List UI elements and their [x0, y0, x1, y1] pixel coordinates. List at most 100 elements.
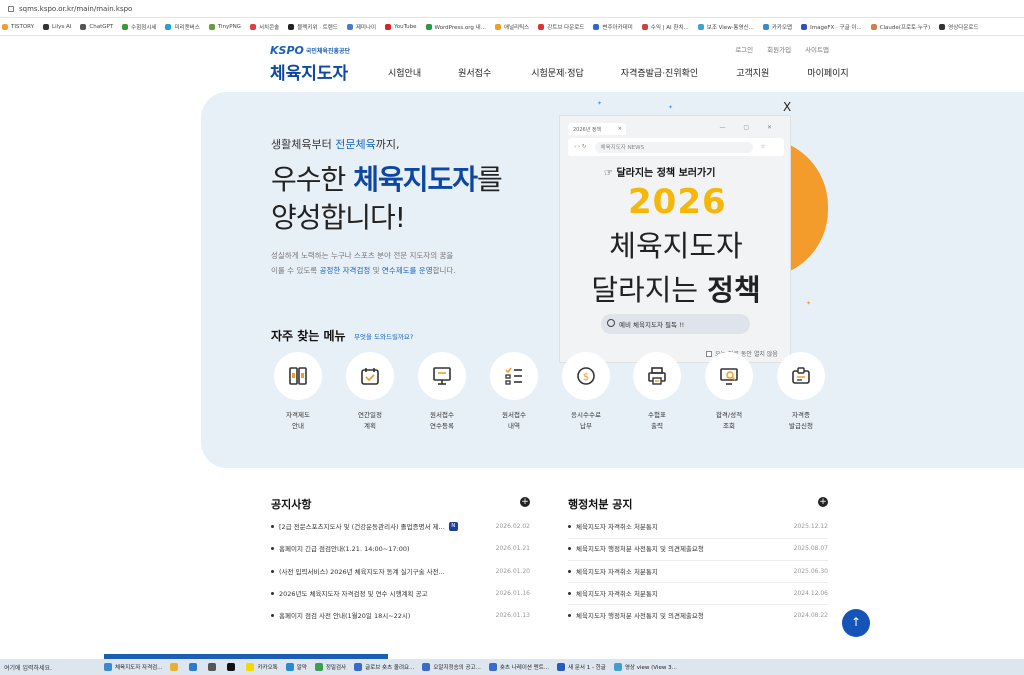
- nav-support[interactable]: 고객지원: [736, 66, 769, 79]
- taskbar-app-label: 숏츠 나레이션 멘트...: [499, 665, 550, 671]
- taskbar-app[interactable]: 알약: [285, 663, 307, 671]
- taskbar-search-input[interactable]: 여기에 입력하세요.: [0, 663, 104, 672]
- bookmark-favicon-icon: [697, 23, 704, 30]
- login-link[interactable]: 로그인: [735, 44, 753, 54]
- bookmark-label: 수익 | AI 환치...: [650, 24, 689, 31]
- bookmark-item[interactable]: 수험점시세: [122, 23, 156, 31]
- qm-application-history[interactable]: 원서접수 내역: [490, 352, 538, 432]
- admin-notice-item[interactable]: 체육지도자 행정처분 사전통지 및 의견제출요청 2024.08.22: [568, 609, 828, 621]
- bookmark-item[interactable]: 보조 View·통영신...: [697, 23, 754, 31]
- bookmark-label: 블랙키위 · 트렌드: [297, 24, 338, 31]
- site-title[interactable]: 체육지도자: [270, 59, 348, 84]
- hero-desc-text: 및: [370, 266, 382, 275]
- bookmark-favicon-icon: [80, 23, 87, 30]
- bookmark-favicon-icon: [288, 23, 295, 30]
- bookmark-item[interactable]: 강트브 다운로드: [538, 23, 584, 31]
- taskbar-app[interactable]: [170, 663, 181, 671]
- taskbar-app[interactable]: [227, 663, 238, 671]
- nav-certificate[interactable]: 자격증발급·진위확인: [621, 66, 698, 79]
- admin-notice-item[interactable]: 체육지도자 자격취소 처분통지 2025.06.30: [568, 565, 828, 577]
- bookmark-item[interactable]: 영상다운로드: [939, 23, 979, 31]
- qm-application-registration[interactable]: 원서접수 연수등록: [418, 352, 466, 432]
- bookmark-item[interactable]: YouTube: [385, 23, 417, 30]
- notice-item[interactable]: 홈페이지 점검 사전 안내(1월20일 18시~22시) 2026.01.13: [271, 609, 530, 621]
- star-icon: ☆: [760, 144, 766, 150]
- notice-date: 2026.01.20: [495, 567, 530, 575]
- notice-text: 홈페이지 긴급 점검안내(1.21. 14:00~17:00): [279, 545, 410, 553]
- taskbar: 여기에 입력하세요. 체육지도자 자격검... 카카오톡 알약 정밀검사 글로브 숏츠 …: [0, 659, 1024, 675]
- qm-annual-schedule[interactable]: 연간일정 계획: [346, 352, 394, 432]
- app-icon: [104, 663, 112, 671]
- notice-item[interactable]: 홈페이지 긴급 점검안내(1.21. 14:00~17:00) 2026.01.…: [271, 542, 530, 554]
- bookmark-item[interactable]: Lilys AI: [43, 23, 71, 30]
- admin-notice-text: 체육지도자 자격취소 처분통지: [576, 523, 658, 531]
- nav-mypage[interactable]: 마이페이지: [807, 66, 848, 79]
- taskbar-app[interactable]: 카카오톡: [246, 663, 278, 671]
- sparkle-icon: ✦: [597, 100, 603, 107]
- bookmark-item[interactable]: 서치콘솔: [249, 23, 279, 31]
- bookmark-item[interactable]: Claude(프로토·누구): [870, 23, 931, 31]
- bookmark-item[interactable]: 변주아카데미: [593, 23, 633, 31]
- qm-certification-guide[interactable]: 자격제도 안내: [274, 352, 322, 432]
- popup-search-pill[interactable]: 예비 체육지도자 필독 !!: [601, 314, 750, 334]
- kspo-logo[interactable]: KSPO 국민체육진흥공단: [270, 44, 350, 57]
- bookmark-label: Claude(프로토·누구): [879, 24, 931, 31]
- bookmark-item[interactable]: TISTORY: [2, 23, 34, 30]
- bookmark-item[interactable]: 블랙키위 · 트렌드: [288, 23, 338, 31]
- taskbar-app[interactable]: 글로브 숏츠 올려요...: [354, 663, 414, 671]
- nav-questions[interactable]: 시험문제·정답: [531, 66, 584, 79]
- notice-item[interactable]: [2급 전문스포츠지도사 및 (건강운동관리사) 졸업증명서 제... N 20…: [271, 520, 530, 532]
- bookmark-item[interactable]: 애널리틱스: [494, 23, 529, 31]
- admin-notice-text: 체육지도자 행정처분 사전통지 및 의견제출요청: [576, 612, 704, 620]
- address-bar[interactable]: sqms.kspo.or.kr/main/main.kspo: [0, 0, 1024, 18]
- bullet-icon: [271, 591, 274, 595]
- taskbar-app[interactable]: [189, 663, 200, 671]
- qm-results-lookup[interactable]: 합격/성적 조회: [705, 352, 753, 432]
- policy-popup[interactable]: 2026년 정책 × — ▢ ✕ ‹ › ↻ 체육지도자 NEWS ☆ ☞ 달라…: [559, 115, 791, 363]
- qm-circle: [705, 352, 753, 400]
- bookmark-item[interactable]: ImageFX · 구글 이...: [801, 23, 862, 31]
- admin-notice-date: 2024.12.06: [793, 589, 828, 597]
- admin-notice-item[interactable]: 체육지도자 행정처분 사전통지 및 의견제출요청 2025.08.07: [568, 542, 828, 554]
- bookmark-item[interactable]: 카카오맵: [762, 23, 792, 31]
- notice-item[interactable]: (사전 입력서비스) 2026년 체육지도자 동계 실기구술 사전... 202…: [271, 565, 530, 577]
- hero-sub-highlight: 전문체육: [335, 138, 376, 151]
- bookmark-item[interactable]: 제미나이: [346, 23, 376, 31]
- bookmark-item[interactable]: 미리캔버스: [165, 23, 200, 31]
- taskbar-app[interactable]: 체육지도자 자격검...: [104, 663, 162, 671]
- notice-item[interactable]: 2026년도 체육지도자 자격검정 및 연수 시행계획 공고 2026.01.1…: [271, 587, 530, 599]
- bookmark-item[interactable]: WordPress.org 내...: [425, 23, 486, 31]
- qm-label-line: 응시수수료: [571, 411, 601, 419]
- qm-admission-ticket[interactable]: 수험표 출력: [633, 352, 681, 432]
- taskbar-app[interactable]: 영상 view (View 3...: [613, 663, 677, 671]
- bookmark-item[interactable]: ChatGPT: [80, 23, 113, 30]
- notices-more-button[interactable]: +: [520, 497, 530, 507]
- admin-notice-item[interactable]: 체육지도자 자격취소 처분통지 2024.12.06: [568, 587, 828, 599]
- policy-link[interactable]: ☞ 달라지는 정책 보러가기: [604, 164, 715, 179]
- qm-certificate-issue[interactable]: 자격증 발급신청: [777, 352, 825, 432]
- taskbar-app[interactable]: 오알지정승의 공고...: [422, 663, 481, 671]
- taskbar-app[interactable]: 정밀검사: [314, 663, 346, 671]
- qm-label-line: 자격증: [792, 411, 810, 419]
- admin-notice-item[interactable]: 체육지도자 자격취소 처분통지 2025.12.12: [568, 520, 828, 532]
- app-icon: [354, 663, 363, 671]
- id-card-icon: [792, 367, 810, 384]
- hero-headline-text: 를: [477, 163, 503, 196]
- popup-close-button[interactable]: X: [783, 100, 791, 114]
- nav-application[interactable]: 원서접수: [458, 66, 491, 79]
- qm-label-line: 조회: [723, 422, 735, 430]
- bookmark-favicon-icon: [2, 23, 8, 30]
- admin-more-button[interactable]: +: [818, 497, 828, 507]
- taskbar-app[interactable]: 숏츠 나레이션 멘트...: [488, 663, 550, 671]
- bullet-icon: [271, 524, 274, 528]
- bookmark-item[interactable]: 수익 | AI 환치...: [641, 23, 689, 31]
- nav-exam-info[interactable]: 시험안내: [388, 66, 421, 79]
- search-result-icon: [720, 368, 738, 385]
- sitemap-link[interactable]: 사이트맵: [805, 44, 829, 54]
- qm-fee-payment[interactable]: $ 응시수수료 납부: [562, 352, 610, 432]
- taskbar-app[interactable]: 새 문서 1 - 한글: [557, 663, 606, 671]
- signup-link[interactable]: 회원가입: [767, 44, 791, 54]
- bookmark-item[interactable]: TinyPNG: [208, 23, 241, 30]
- scroll-top-button[interactable]: ↑: [842, 609, 870, 637]
- taskbar-app[interactable]: [208, 663, 219, 671]
